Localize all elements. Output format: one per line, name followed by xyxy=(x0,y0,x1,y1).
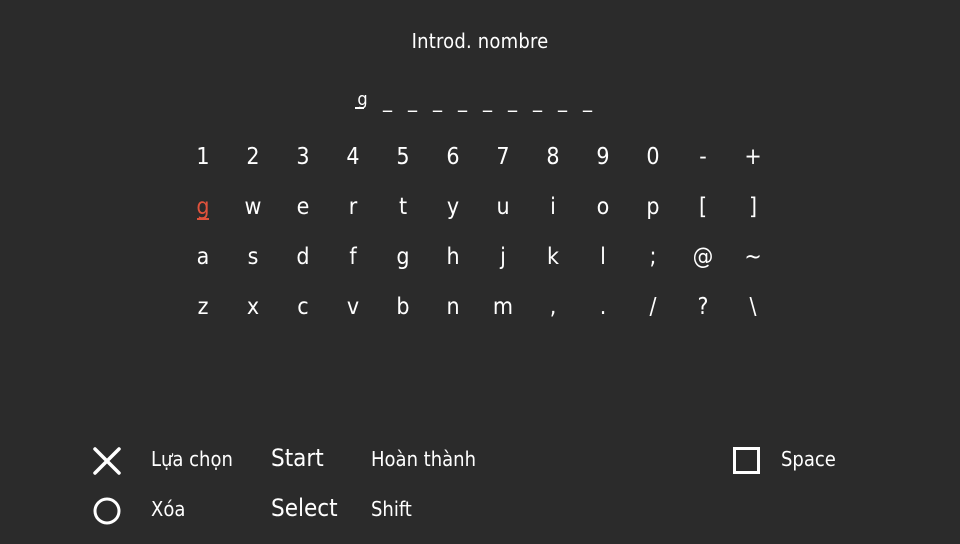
entry-blank-slot xyxy=(375,88,400,112)
circle-button-icon xyxy=(93,497,121,525)
square-button-icon xyxy=(733,447,760,474)
cross-action-label: Lựa chọn xyxy=(151,447,233,471)
key[interactable]: u xyxy=(478,182,528,232)
select-action-label: Shift xyxy=(371,497,412,521)
key[interactable]: f xyxy=(328,232,378,282)
key[interactable]: o xyxy=(578,182,628,232)
key[interactable]: \ xyxy=(728,282,778,332)
key[interactable]: c xyxy=(278,282,328,332)
key[interactable]: h xyxy=(428,232,478,282)
key[interactable]: / xyxy=(628,282,678,332)
key[interactable]: 9 xyxy=(578,132,628,182)
key[interactable]: ] xyxy=(728,182,778,232)
key[interactable]: 8 xyxy=(528,132,578,182)
key[interactable]: z xyxy=(178,282,228,332)
key[interactable]: v xyxy=(328,282,378,332)
key[interactable]: t xyxy=(378,182,428,232)
square-action-label: Space xyxy=(781,447,836,471)
entry-blank-slot xyxy=(525,88,550,112)
key[interactable]: @ xyxy=(678,232,728,282)
key[interactable]: 5 xyxy=(378,132,428,182)
key[interactable]: k xyxy=(528,232,578,282)
key[interactable]: s xyxy=(228,232,278,282)
entry-blank-slot xyxy=(475,88,500,112)
key[interactable]: 2 xyxy=(228,132,278,182)
key[interactable]: [ xyxy=(678,182,728,232)
key[interactable]: l xyxy=(578,232,628,282)
key[interactable]: ? xyxy=(678,282,728,332)
key[interactable]: 1 xyxy=(178,132,228,182)
key[interactable]: ~ xyxy=(728,232,778,282)
on-screen-keyboard: 1 2 3 4 5 6 7 8 9 0- + g w e r t y u i o p[] a s d f g h j k l; @ ~ z x c v… xyxy=(178,132,778,332)
entry-blank-slot xyxy=(400,88,425,112)
key[interactable]: j xyxy=(478,232,528,282)
key[interactable]: r xyxy=(328,182,378,232)
page-title: Introd. nombre xyxy=(411,29,549,53)
key[interactable]: 3 xyxy=(278,132,328,182)
entry-blank-slot xyxy=(575,88,600,112)
circle-action-label: Xóa xyxy=(151,497,186,521)
select-button-label: Select xyxy=(271,494,338,522)
key[interactable]: 0 xyxy=(628,132,678,182)
key[interactable]: + xyxy=(728,132,778,182)
key[interactable]: m xyxy=(478,282,528,332)
key[interactable]: d xyxy=(278,232,328,282)
key[interactable]: g xyxy=(178,182,228,232)
key[interactable]: , xyxy=(528,282,578,332)
key[interactable]: 7 xyxy=(478,132,528,182)
key[interactable]: 6 xyxy=(428,132,478,182)
entry-blank-slot xyxy=(550,88,575,112)
keyboard-row: 1 2 3 4 5 6 7 8 9 0- + xyxy=(178,132,778,182)
key[interactable]: i xyxy=(528,182,578,232)
entry-blank-slot xyxy=(425,88,450,112)
key[interactable]: ; xyxy=(628,232,678,282)
key[interactable]: w xyxy=(228,182,278,232)
name-entry-field: g xyxy=(350,86,600,112)
entry-char: g xyxy=(350,88,375,112)
key[interactable]: e xyxy=(278,182,328,232)
cross-button-icon xyxy=(93,447,121,475)
key[interactable]: g xyxy=(378,232,428,282)
start-button-label: Start xyxy=(271,444,324,472)
keyboard-row: a s d f g h j k l; @ ~ xyxy=(178,232,778,282)
keyboard-row: g w e r t y u i o p[] xyxy=(178,182,778,232)
key[interactable]: - xyxy=(678,132,728,182)
keyboard-row: z x c v b n m,. /? \ xyxy=(178,282,778,332)
key[interactable]: n xyxy=(428,282,478,332)
start-action-label: Hoàn thành xyxy=(371,447,476,471)
key[interactable]: a xyxy=(178,232,228,282)
entry-blank-slot xyxy=(500,88,525,112)
key[interactable]: b xyxy=(378,282,428,332)
key[interactable]: x xyxy=(228,282,278,332)
key[interactable]: y xyxy=(428,182,478,232)
key[interactable]: 4 xyxy=(328,132,378,182)
entry-blank-slot xyxy=(450,88,475,112)
key[interactable]: p xyxy=(628,182,678,232)
key[interactable]: . xyxy=(578,282,628,332)
